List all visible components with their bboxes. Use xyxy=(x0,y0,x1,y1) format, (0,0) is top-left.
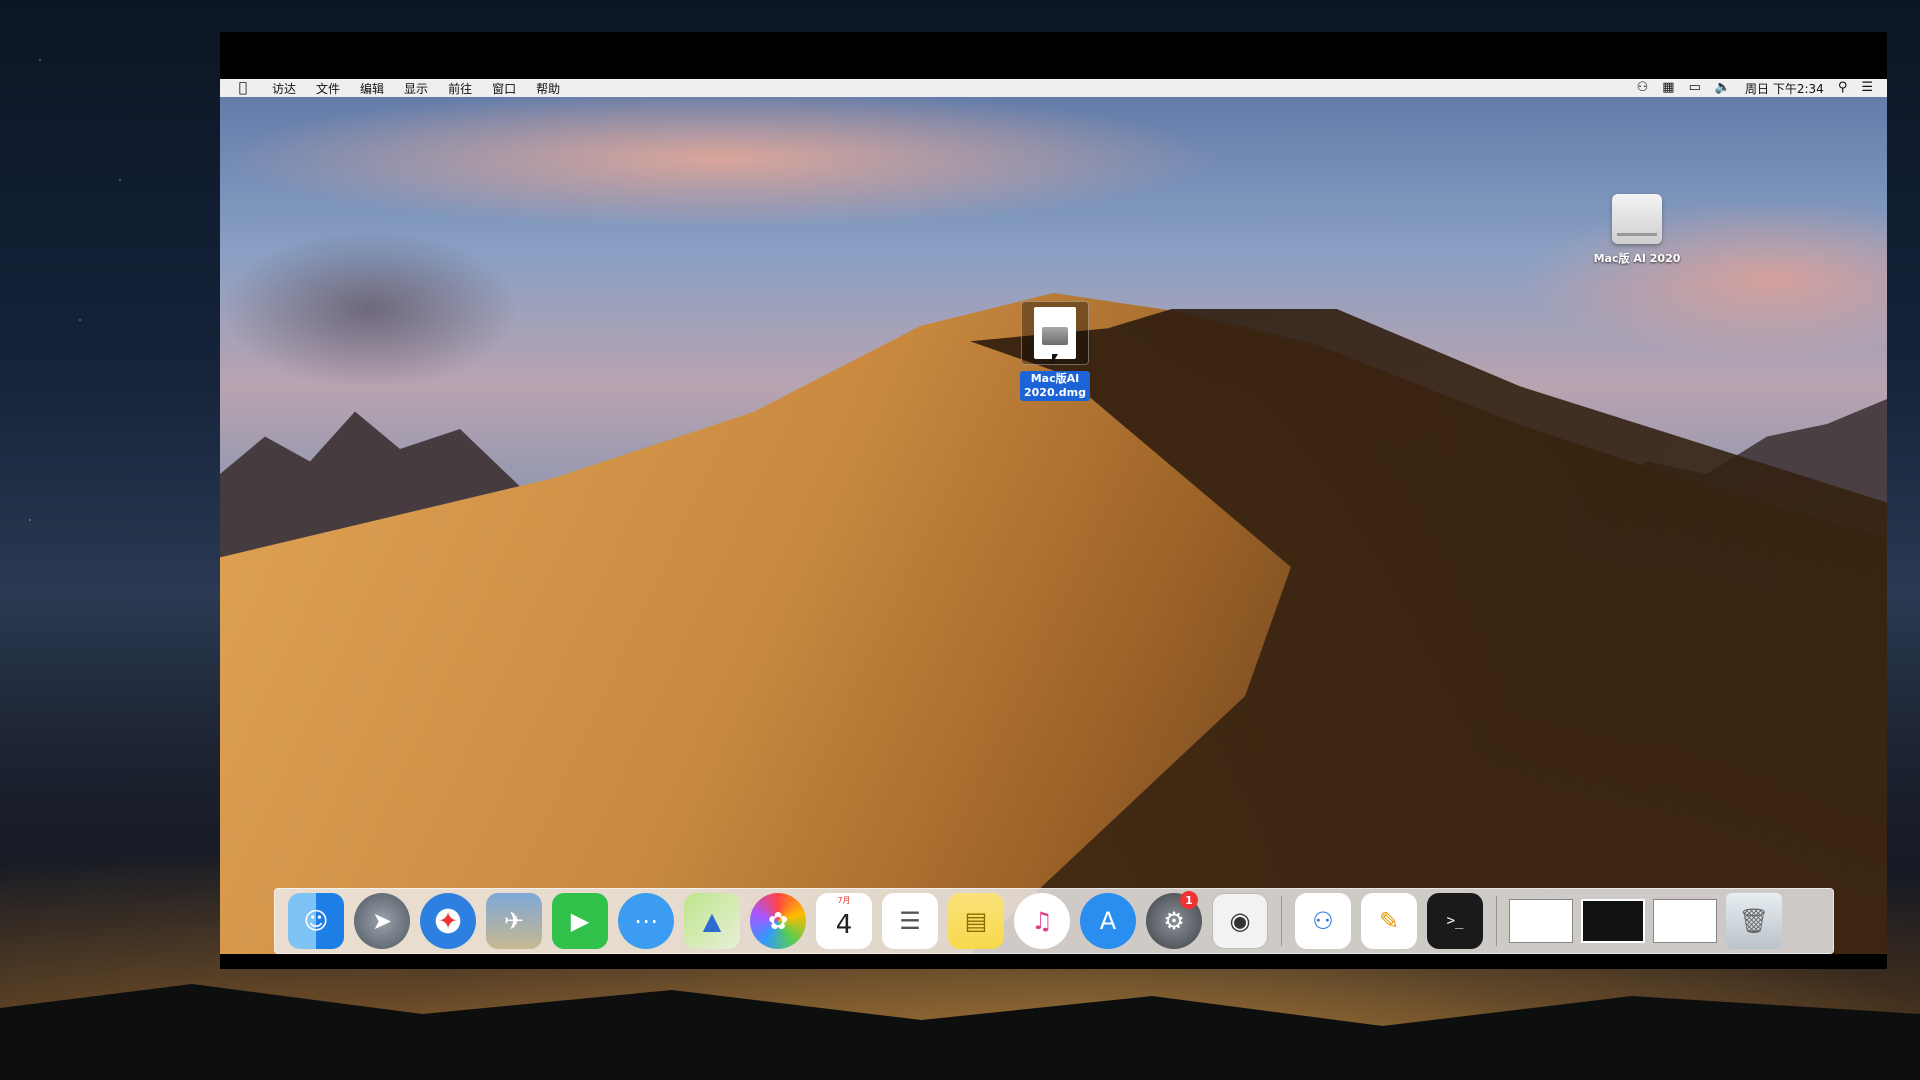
app-store-icon[interactable]: A xyxy=(1080,893,1136,949)
disk-image-icon xyxy=(1034,307,1076,359)
mounted-disk-icon[interactable]: Mac版 AI 2020 xyxy=(1582,194,1692,266)
minimized-window-thumbnail[interactable] xyxy=(1581,899,1645,943)
speech-bubble-icon[interactable]: ⋯ xyxy=(618,893,674,949)
music-note-icon[interactable]: ♫ xyxy=(1014,893,1070,949)
mouse-cursor xyxy=(1052,354,1058,364)
menu-go[interactable]: 前往 xyxy=(448,80,472,97)
pink-cloud xyxy=(1520,199,1887,359)
dock-separator xyxy=(1281,896,1282,946)
notepad-icon[interactable]: ▤ xyxy=(948,893,1004,949)
eagle-photo-icon[interactable]: ✈ xyxy=(486,893,542,949)
gear-icon[interactable]: ⚙ 1 xyxy=(1146,891,1202,949)
menu-edit[interactable]: 编辑 xyxy=(360,80,384,97)
dmg-label-line1: Mac版AI xyxy=(1030,372,1080,385)
external-disk-icon xyxy=(1612,194,1662,244)
calendar-icon[interactable]: 7月 4 xyxy=(816,893,872,949)
terminal-prompt: >_ xyxy=(1446,913,1464,929)
checklist-icon[interactable]: ☰ xyxy=(882,893,938,949)
map-icon[interactable]: ▲ xyxy=(684,893,740,949)
dmg-label-line2: 2020.dmg xyxy=(1023,386,1086,399)
menu-file[interactable]: 文件 xyxy=(316,80,340,97)
menu-bar:  访达 文件 编辑 显示 前往 窗口 帮助 ⚇ ▦ ▭ 🔈 周日 下午2:34… xyxy=(220,79,1887,97)
cloud-rings-icon[interactable]: ⚇ xyxy=(1295,893,1351,949)
minimized-window-thumbnail[interactable] xyxy=(1653,899,1717,943)
trash-icon[interactable]: 🗑 xyxy=(1726,893,1782,949)
menu-view[interactable]: 显示 xyxy=(404,80,428,97)
pencil-icon[interactable]: ✎ xyxy=(1361,893,1417,949)
finder-icon[interactable]: ☺ xyxy=(288,893,344,949)
airplay-display-icon[interactable]: ▭ xyxy=(1689,80,1701,96)
rocket-icon[interactable]: ➤ xyxy=(354,893,410,949)
video-camera-icon[interactable]: ▶ xyxy=(552,893,608,949)
menu-window[interactable]: 窗口 xyxy=(492,80,516,97)
minimized-window-thumbnail[interactable] xyxy=(1509,899,1573,943)
status-area: ⚇ ▦ ▭ 🔈 周日 下午2:34 ⚲ ☰ xyxy=(1637,80,1887,97)
apple-icon[interactable]:  xyxy=(236,81,250,95)
spotlight-search-icon[interactable]: ⚲ xyxy=(1838,80,1848,96)
notification-center-icon[interactable]: ☰ xyxy=(1861,80,1873,96)
camera-icon[interactable]: ◉ xyxy=(1212,893,1268,949)
dmg-file-icon[interactable]: Mac版AI 2020.dmg xyxy=(1015,301,1095,401)
baidu-cloud-status-icon[interactable]: ⚇ xyxy=(1637,80,1649,96)
dock: ☺ ➤ ✦ ✈ ▶ ⋯ ▲ ✿ 7月 4 ☰ ▤ ♫ A ⚙ 1 ◉ ⚇ ✎ >… xyxy=(274,888,1834,954)
menu-finder[interactable]: 访达 xyxy=(272,80,296,97)
flower-icon[interactable]: ✿ xyxy=(750,893,806,949)
disk-label: Mac版 AI 2020 xyxy=(1593,252,1681,265)
notification-badge: 1 xyxy=(1180,891,1198,909)
input-method-icon[interactable]: ▦ xyxy=(1662,80,1674,96)
recorded-screen:  访达 文件 编辑 显示 前往 窗口 帮助 ⚇ ▦ ▭ 🔈 周日 下午2:34… xyxy=(220,32,1887,969)
menu-help[interactable]: 帮助 xyxy=(536,80,560,97)
dock-separator xyxy=(1496,896,1497,946)
compass-icon[interactable]: ✦ xyxy=(420,893,476,949)
clock[interactable]: 周日 下午2:34 xyxy=(1745,80,1824,97)
terminal-icon[interactable]: >_ xyxy=(1427,893,1483,949)
calendar-month: 7月 xyxy=(837,896,851,905)
dmg-file-label: Mac版AI 2020.dmg xyxy=(1019,371,1090,401)
pink-cloud xyxy=(220,89,1220,229)
calendar-day: 4 xyxy=(835,910,853,940)
dark-cloud xyxy=(220,229,520,389)
volume-icon[interactable]: 🔈 xyxy=(1715,80,1731,96)
